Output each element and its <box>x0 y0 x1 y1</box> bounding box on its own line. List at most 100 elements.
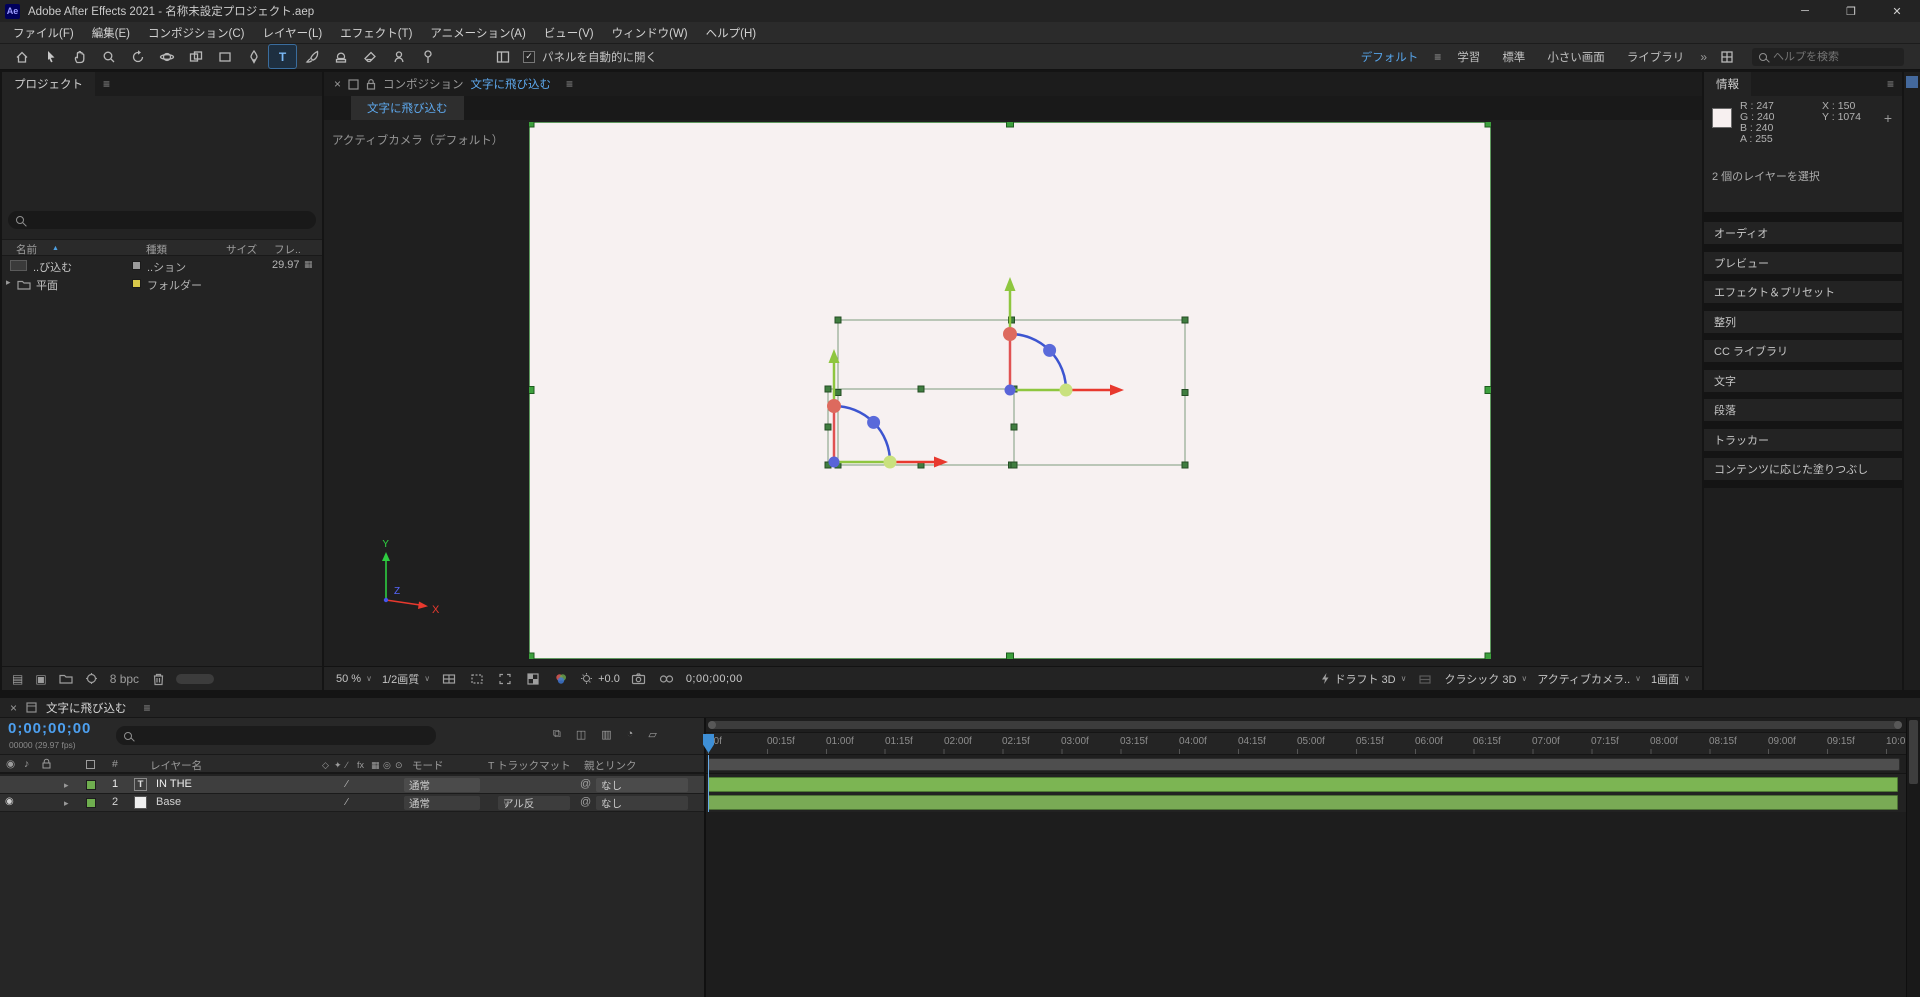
tab-project[interactable]: プロジェクト <box>2 72 95 96</box>
composition-viewer[interactable]: アクティブカメラ（デフォルト） Y X Z <box>324 120 1702 666</box>
timeline-vertical-scrollbar[interactable] <box>1906 718 1920 997</box>
home-tool[interactable] <box>8 45 35 68</box>
timeline-panel-menu-icon[interactable]: ≡ <box>136 701 159 715</box>
eye-icon[interactable]: ◉ <box>5 796 14 807</box>
frame-blending-icon[interactable]: ▥ <box>601 728 611 741</box>
project-flowchart-icon[interactable]: ▤ <box>12 672 23 686</box>
zoom-tool[interactable] <box>95 45 122 68</box>
quality-switch[interactable]: ∕ <box>346 779 348 790</box>
timeline-tab[interactable]: 文字に飛び込む <box>46 700 127 716</box>
panel-tracker[interactable]: トラッカー <box>1704 428 1902 451</box>
zoom-dropdown[interactable]: 50 % ∨ <box>336 670 372 688</box>
panel-drawer-indicator[interactable] <box>1906 76 1918 88</box>
time-ruler[interactable]: 00f 00:15f 01:00f 01:15f 02:00f 02:15f 0… <box>706 733 1906 755</box>
new-composition-icon[interactable]: ▣ <box>35 672 46 686</box>
composition-canvas[interactable] <box>529 122 1491 659</box>
graph-editor-icon[interactable]: ▱ <box>648 728 656 741</box>
menu-file[interactable]: ファイル(F) <box>4 25 83 41</box>
pick-whip-icon[interactable]: @ <box>580 778 591 790</box>
layer-name[interactable]: Base <box>156 796 181 808</box>
label-chip[interactable] <box>132 279 141 288</box>
menu-effect[interactable]: エフェクト(T) <box>331 25 421 41</box>
resolution-dropdown[interactable]: 1/2画質 ∨ <box>382 670 430 688</box>
workspace-learn[interactable]: 学習 <box>1447 49 1490 65</box>
panel-cc-libraries[interactable]: CC ライブラリ <box>1704 340 1902 362</box>
show-channel-icon[interactable] <box>552 670 570 688</box>
menu-layer[interactable]: レイヤー(L) <box>254 25 332 41</box>
project-row-folder[interactable]: ▸ 平面 フォルダー <box>2 275 322 293</box>
safe-zones-icon[interactable] <box>440 670 458 688</box>
3d-gizmo[interactable] <box>825 347 950 470</box>
info-panel-menu-icon[interactable]: ≡ <box>1879 77 1902 91</box>
project-search-input[interactable] <box>30 214 308 226</box>
menu-composition[interactable]: コンポジション(C) <box>139 25 253 41</box>
panel-audio[interactable]: オーディオ <box>1704 222 1902 244</box>
workspace-libraries[interactable]: ライブラリ <box>1617 49 1695 65</box>
view-camera-dropdown[interactable]: アクティブカメラ.. ∨ <box>1537 670 1641 688</box>
panel-lock-icon[interactable] <box>366 78 376 90</box>
shy-layers-icon[interactable]: ◫ <box>576 728 586 741</box>
clone-stamp-tool[interactable] <box>327 45 354 68</box>
new-folder-icon[interactable] <box>59 673 73 685</box>
workspace-default[interactable]: デフォルト <box>1351 49 1429 65</box>
timeline-search-input[interactable] <box>138 729 428 742</box>
scrollbar-thumb[interactable] <box>1909 720 1918 784</box>
blend-mode-dropdown[interactable]: 通常 ∨ <box>404 796 480 810</box>
track-matte-column[interactable]: T トラックマット <box>488 758 571 773</box>
panel-content-aware-fill[interactable]: コンテンツに応じた塗りつぶし <box>1704 458 1902 480</box>
layer-name-column[interactable]: レイヤー名 <box>150 758 202 773</box>
comp-mini-flowchart-icon[interactable]: ⧉ <box>553 728 561 741</box>
label-chip[interactable] <box>132 261 141 270</box>
mask-visibility-icon[interactable] <box>468 670 486 688</box>
3d-gizmo[interactable] <box>1001 275 1126 398</box>
work-area-bar[interactable] <box>708 758 1900 771</box>
expander-icon[interactable]: ▸ <box>6 277 11 288</box>
active-comp-name[interactable]: 文字に飛び込む <box>471 76 552 92</box>
puppet-pin-tool[interactable] <box>414 45 441 68</box>
close-button[interactable]: ✕ <box>1874 0 1920 22</box>
panel-close-icon[interactable]: × <box>334 77 341 91</box>
layer-name[interactable]: IN THE <box>156 778 192 790</box>
menu-view[interactable]: ビュー(V) <box>535 25 603 41</box>
auto-open-checkbox[interactable]: ✓ <box>523 50 535 63</box>
workspace-small-screen[interactable]: 小さい画面 <box>1537 49 1615 65</box>
layer-row-in-the[interactable]: ▸ 1 T IN THE ∕ 通常 ∨ @ なし ∨ <box>0 776 704 794</box>
menu-window[interactable]: ウィンドウ(W) <box>603 25 697 41</box>
rotation-tool[interactable] <box>124 45 151 68</box>
panel-effects-presets[interactable]: エフェクト＆プリセット <box>1704 281 1902 303</box>
column-name[interactable]: 名前 <box>16 242 37 257</box>
panel-close-icon[interactable]: × <box>10 701 17 715</box>
pen-tool[interactable] <box>240 45 267 68</box>
rectangle-tool[interactable] <box>211 45 238 68</box>
show-snapshot-icon[interactable] <box>658 670 676 688</box>
orbit-camera-tool[interactable] <box>153 45 180 68</box>
type-tool[interactable]: T <box>268 44 297 69</box>
eraser-tool[interactable] <box>356 45 383 68</box>
fast-previews-dropdown[interactable]: ドラフト 3D ∨ <box>1320 670 1406 688</box>
color-depth-label[interactable]: 8 bpc <box>110 672 139 686</box>
menu-animation[interactable]: アニメーション(A) <box>421 25 534 41</box>
layer-duration-bar[interactable] <box>708 777 1898 792</box>
timeline-search[interactable] <box>116 726 436 745</box>
help-search-input[interactable] <box>1773 50 1897 63</box>
parent-link-column[interactable]: 親とリンク <box>584 758 637 773</box>
workspace-overflow-icon[interactable]: » <box>1696 50 1711 64</box>
minimize-button[interactable]: ─ <box>1782 0 1828 22</box>
transparency-grid-icon[interactable] <box>524 670 542 688</box>
interpret-footage-icon[interactable] <box>85 672 98 685</box>
maximize-button[interactable]: ❐ <box>1828 0 1874 22</box>
panel-grid-icon[interactable] <box>1713 45 1740 68</box>
panel-paragraph[interactable]: 段落 <box>1704 399 1902 421</box>
parent-dropdown[interactable]: なし ∨ <box>596 778 688 792</box>
roto-brush-tool[interactable] <box>385 45 412 68</box>
workspace-standard[interactable]: 標準 <box>1492 49 1535 65</box>
motion-blur-icon[interactable]: ◔ <box>627 728 634 741</box>
navigator-end-handle[interactable] <box>1894 721 1902 729</box>
project-panel-menu-icon[interactable]: ≡ <box>95 77 118 91</box>
layer-row-base[interactable]: ◉ ▸ 2 Base ∕ 通常 ∨ アル反 ∨ @ なし ∨ <box>0 794 704 812</box>
navigator-start-handle[interactable] <box>708 721 716 729</box>
quality-switch[interactable]: ∕ <box>346 797 348 808</box>
view-layout-dropdown[interactable]: 1画面 ∨ <box>1651 670 1690 688</box>
layer-duration-bar[interactable] <box>708 795 1898 810</box>
project-search[interactable] <box>8 211 316 229</box>
